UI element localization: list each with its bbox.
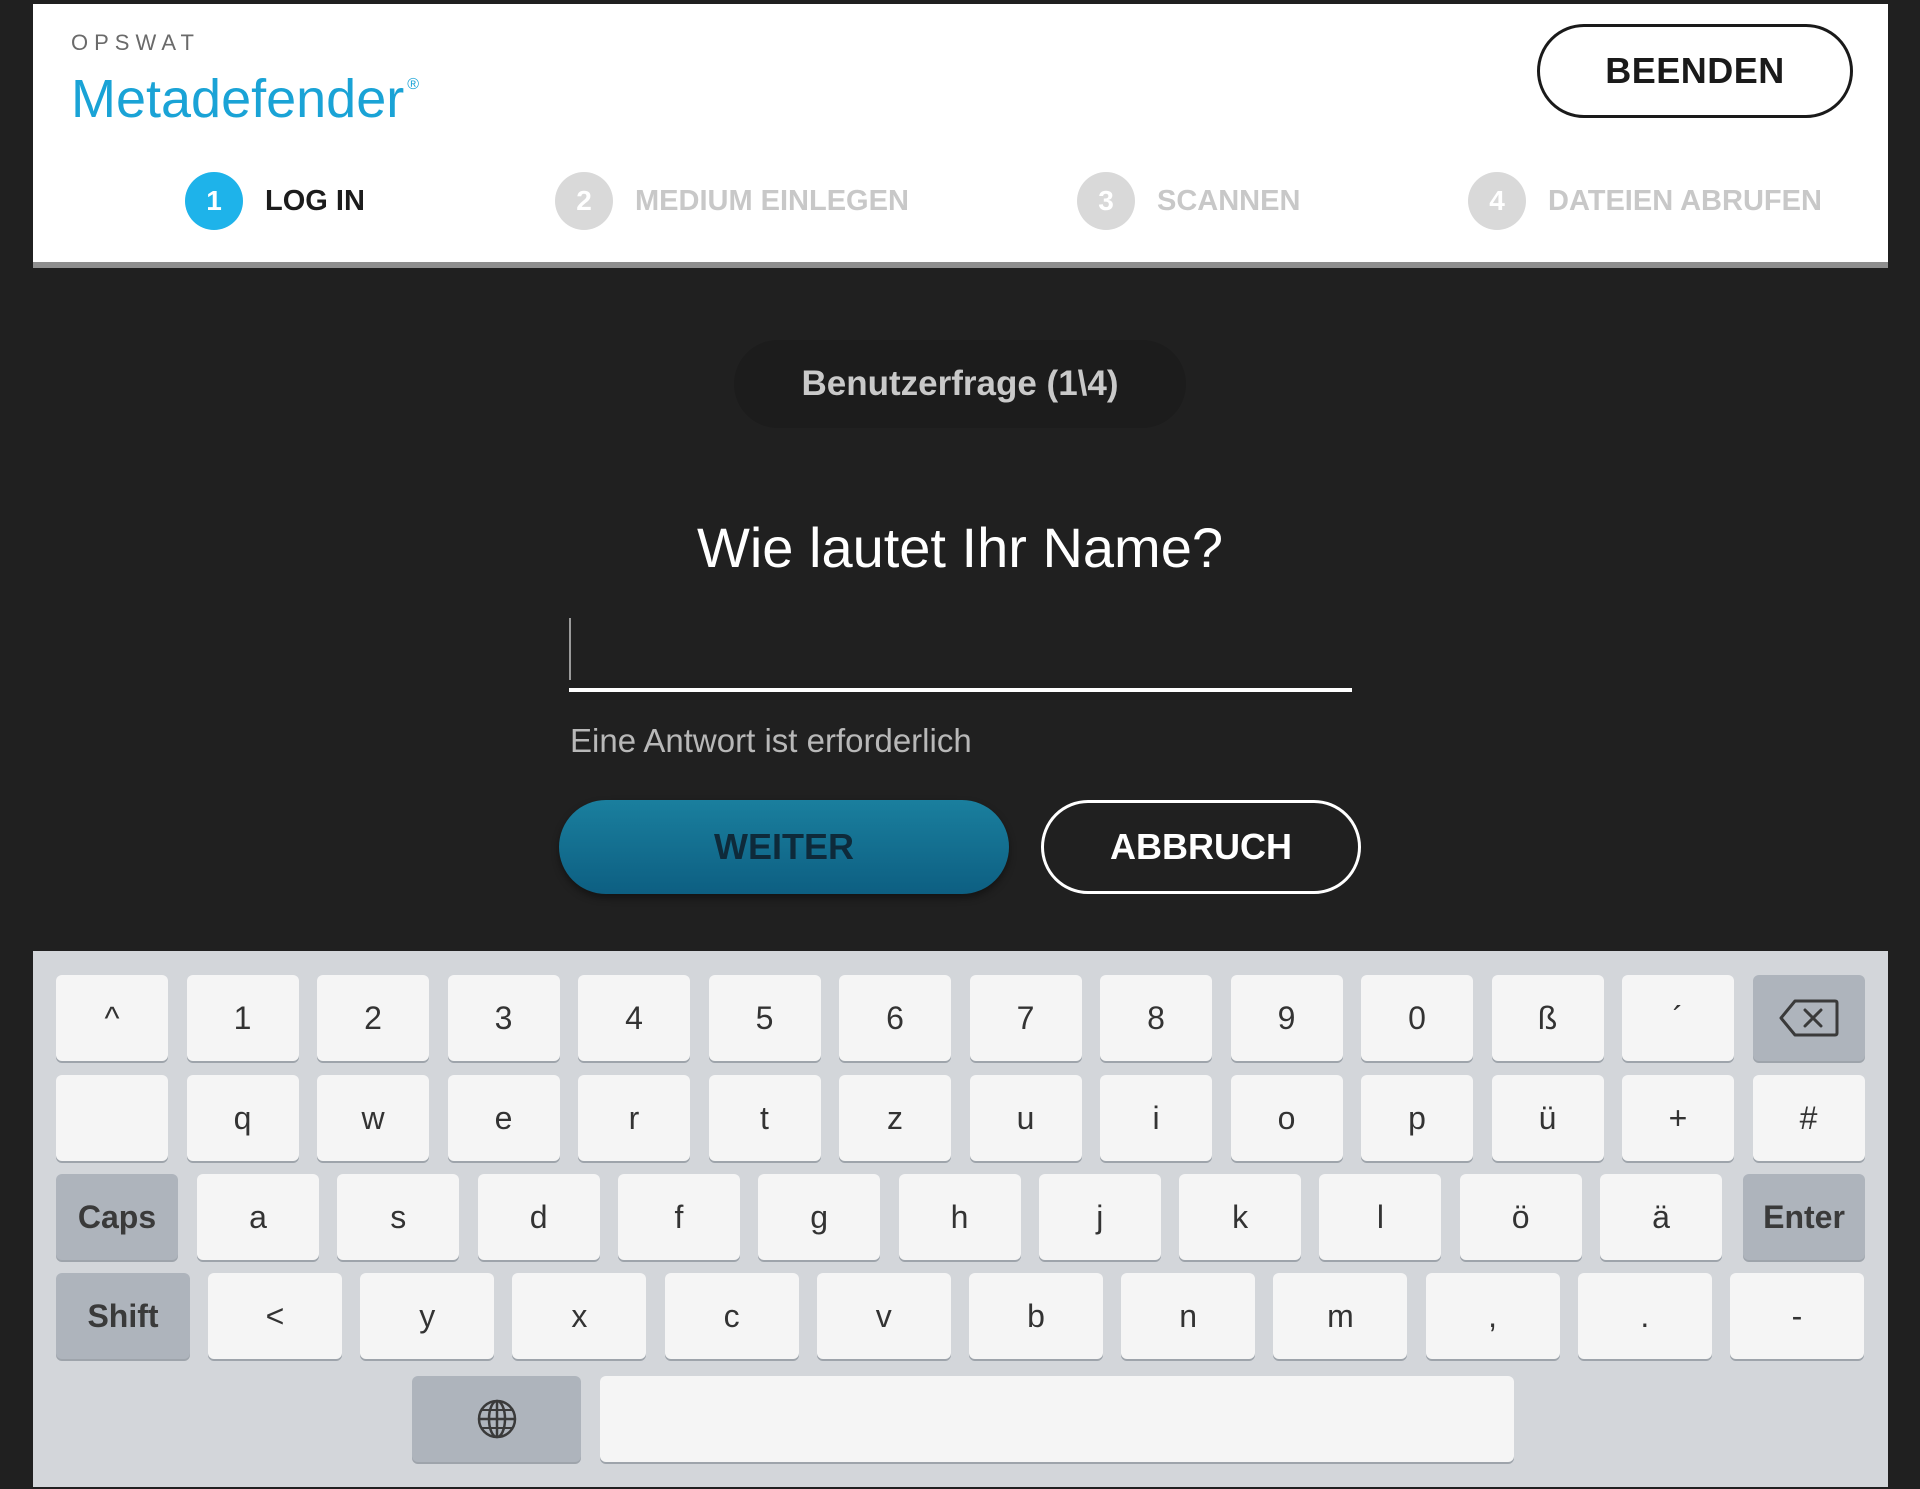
key[interactable]: o xyxy=(1230,1075,1343,1161)
registered-mark: ® xyxy=(407,76,420,93)
exit-button[interactable]: BEENDEN xyxy=(1537,24,1853,118)
key[interactable]: - xyxy=(1730,1273,1864,1359)
key[interactable]: 9 xyxy=(1230,975,1343,1061)
key[interactable]: ü xyxy=(1491,1075,1604,1161)
key[interactable]: ^ xyxy=(56,975,168,1061)
key[interactable]: 6 xyxy=(839,975,951,1061)
header-bar: OPSWAT Metadefender ® BEENDEN 1 LOG IN 2 … xyxy=(33,4,1888,268)
step-insert-media: 2 MEDIUM EINLEGEN xyxy=(555,172,909,230)
validation-hint: Eine Antwort ist erforderlich xyxy=(570,722,972,759)
key[interactable]: u xyxy=(969,1075,1082,1161)
shift-key[interactable]: Shift xyxy=(56,1273,190,1359)
key[interactable]: d xyxy=(477,1174,600,1260)
step-number: 4 xyxy=(1468,172,1526,230)
key[interactable]: x xyxy=(512,1273,647,1359)
key[interactable]: j xyxy=(1038,1174,1161,1260)
key[interactable]: # xyxy=(1752,1075,1865,1161)
key[interactable]: h xyxy=(898,1174,1021,1260)
key[interactable]: 0 xyxy=(1361,975,1473,1061)
globe-icon xyxy=(477,1399,516,1439)
key[interactable]: k xyxy=(1179,1174,1302,1260)
step-number: 1 xyxy=(185,172,243,230)
key[interactable]: y xyxy=(360,1273,495,1359)
key[interactable]: ä xyxy=(1600,1174,1722,1260)
step-label: SCANNEN xyxy=(1157,184,1301,217)
key[interactable]: ´ xyxy=(1622,975,1734,1061)
key[interactable]: 2 xyxy=(317,975,429,1061)
key[interactable]: b xyxy=(969,1273,1103,1359)
key[interactable]: g xyxy=(758,1174,881,1260)
key[interactable]: q xyxy=(186,1075,299,1161)
caps-key[interactable]: Caps xyxy=(56,1174,178,1260)
cancel-button[interactable]: ABBRUCH xyxy=(1041,800,1361,894)
key[interactable]: . xyxy=(1577,1273,1712,1359)
step-label: DATEIEN ABRUFEN xyxy=(1548,184,1822,217)
key[interactable]: 8 xyxy=(1100,975,1212,1061)
step-scan: 3 SCANNEN xyxy=(1077,172,1300,230)
blank-key[interactable] xyxy=(56,1075,168,1161)
key[interactable]: 4 xyxy=(578,975,690,1061)
key[interactable]: ß xyxy=(1491,975,1604,1061)
key[interactable]: c xyxy=(664,1273,799,1359)
key[interactable]: e xyxy=(447,1075,560,1161)
key[interactable]: l xyxy=(1319,1174,1442,1260)
step-number: 2 xyxy=(555,172,613,230)
next-button[interactable]: WEITER xyxy=(559,800,1009,894)
key[interactable]: 5 xyxy=(708,975,821,1061)
space-key[interactable] xyxy=(600,1376,1514,1462)
step-number: 3 xyxy=(1077,172,1135,230)
key[interactable]: p xyxy=(1361,1075,1473,1161)
key[interactable]: + xyxy=(1622,1075,1734,1161)
key[interactable]: m xyxy=(1273,1273,1408,1359)
step-retrieve-files: 4 DATEIEN ABRUFEN xyxy=(1468,172,1822,230)
backspace-icon xyxy=(1779,999,1838,1037)
key[interactable]: t xyxy=(708,1075,821,1161)
brand-logo: OPSWAT Metadefender ® xyxy=(71,30,419,129)
enter-key[interactable]: Enter xyxy=(1743,1174,1865,1260)
key[interactable]: i xyxy=(1100,1075,1212,1161)
key[interactable]: r xyxy=(578,1075,690,1161)
key[interactable]: z xyxy=(839,1075,951,1161)
backspace-key[interactable] xyxy=(1752,975,1865,1061)
key[interactable]: 7 xyxy=(969,975,1082,1061)
key[interactable]: 3 xyxy=(447,975,560,1061)
step-label: LOG IN xyxy=(265,184,365,217)
key[interactable]: f xyxy=(617,1174,740,1260)
step-login: 1 LOG IN xyxy=(185,172,365,230)
text-caret xyxy=(569,618,571,680)
on-screen-keyboard: ^ 1 2 3 4 5 6 7 8 9 0 ß ´ q w e r t z u i o p ü + # Caps a s d f g h j k l ö… xyxy=(33,951,1888,1487)
key[interactable]: w xyxy=(317,1075,429,1161)
product-name-text: Metadefender xyxy=(71,69,405,129)
key[interactable]: ö xyxy=(1459,1174,1582,1260)
product-name: Metadefender ® xyxy=(71,56,419,128)
question-title: Wie lautet Ihr Name? xyxy=(697,516,1223,579)
key[interactable]: n xyxy=(1121,1273,1256,1359)
key[interactable]: < xyxy=(208,1273,342,1359)
company-name: OPSWAT xyxy=(71,30,200,55)
step-label: MEDIUM EINLEGEN xyxy=(635,184,909,217)
key[interactable]: v xyxy=(816,1273,951,1359)
key[interactable]: s xyxy=(337,1174,460,1260)
key[interactable]: a xyxy=(197,1174,319,1260)
question-counter-badge: Benutzerfrage (1\4) xyxy=(734,340,1186,428)
answer-input[interactable] xyxy=(569,612,1352,692)
key[interactable]: , xyxy=(1425,1273,1560,1359)
key[interactable]: 1 xyxy=(186,975,299,1061)
language-key[interactable] xyxy=(412,1376,581,1462)
